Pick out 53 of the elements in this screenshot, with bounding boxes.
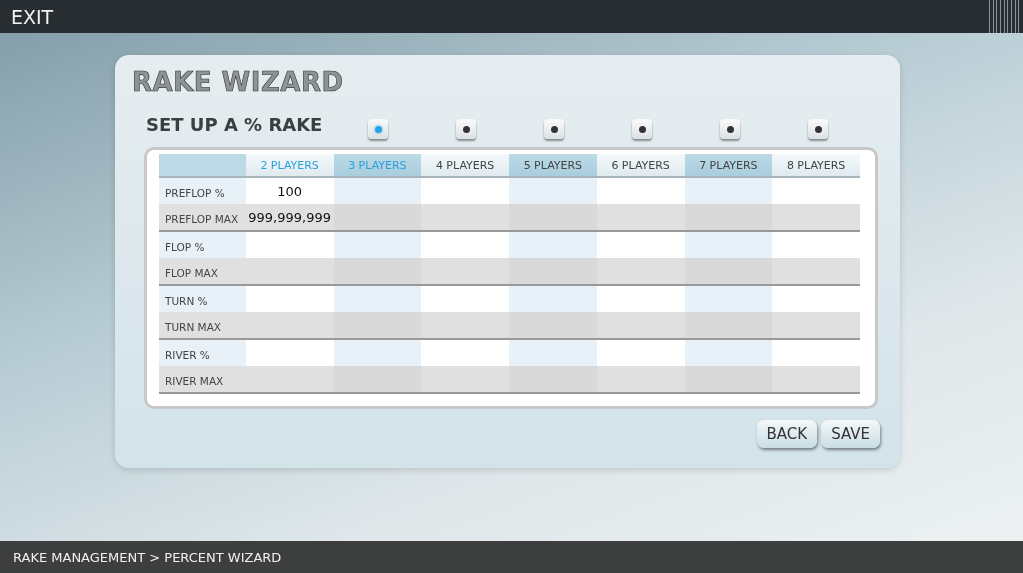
table-cell[interactable] [684, 178, 773, 204]
column-header: 3 PLAYERS [333, 154, 422, 176]
table-cell[interactable] [333, 178, 422, 204]
column-toggle[interactable] [368, 119, 388, 139]
table-cell[interactable] [333, 232, 422, 258]
row-label: FLOP MAX [164, 266, 219, 281]
column-toggle[interactable] [808, 119, 828, 139]
table-cell[interactable] [509, 286, 597, 312]
table-cell[interactable] [333, 312, 422, 338]
column-toggle[interactable] [544, 119, 564, 139]
table-cell[interactable] [509, 340, 597, 366]
table-cell[interactable] [684, 204, 773, 230]
table-cell[interactable] [684, 286, 773, 312]
table-cell[interactable]: 999,999,999 [245, 204, 334, 230]
row-label: PREFLOP % [159, 178, 246, 204]
row-label: RIVER % [159, 340, 246, 366]
row-label: RIVER MAX [164, 374, 225, 389]
table-cell[interactable] [509, 204, 597, 230]
breadcrumb: RAKE MANAGEMENT > PERCENT WIZARD [13, 549, 282, 565]
table-cell[interactable]: 100 [245, 178, 334, 204]
table-cell[interactable] [509, 258, 597, 284]
column-header: 4 PLAYERS [421, 154, 509, 176]
table-cell[interactable] [333, 366, 422, 392]
column-toggle[interactable] [456, 119, 476, 139]
row-label: TURN % [159, 286, 246, 312]
table-cell[interactable] [684, 366, 773, 392]
table-cell[interactable] [333, 258, 422, 284]
table-cell[interactable] [509, 312, 597, 338]
table-cell[interactable] [684, 232, 773, 258]
wizard-title: RAKE WIZARD [132, 67, 345, 97]
table-cell[interactable] [509, 366, 597, 392]
column-toggle[interactable] [632, 119, 652, 139]
back-button[interactable]: BACK [756, 420, 818, 448]
save-button[interactable]: SAVE [821, 420, 880, 448]
column-header: 5 PLAYERS [509, 154, 597, 176]
table-cell[interactable] [684, 258, 773, 284]
row-label: TURN MAX [164, 320, 223, 335]
table-cell[interactable] [684, 312, 773, 338]
table-cell[interactable] [509, 232, 597, 258]
column-header: 6 PLAYERS [596, 154, 685, 176]
table-cell[interactable] [333, 340, 422, 366]
wizard-subtitle: SET UP A % RAKE [145, 114, 324, 137]
row-label: FLOP % [159, 232, 246, 258]
table-cell[interactable] [333, 204, 422, 230]
column-toggle[interactable] [720, 119, 740, 139]
exit-button[interactable]: EXIT [11, 5, 54, 28]
column-header: 2 PLAYERS [245, 154, 334, 176]
column-header: 8 PLAYERS [772, 154, 860, 176]
row-label: PREFLOP MAX [164, 212, 240, 227]
table-cell[interactable] [333, 286, 422, 312]
table-cell[interactable] [509, 178, 597, 204]
table-cell[interactable] [684, 340, 773, 366]
column-header: 7 PLAYERS [684, 154, 773, 176]
